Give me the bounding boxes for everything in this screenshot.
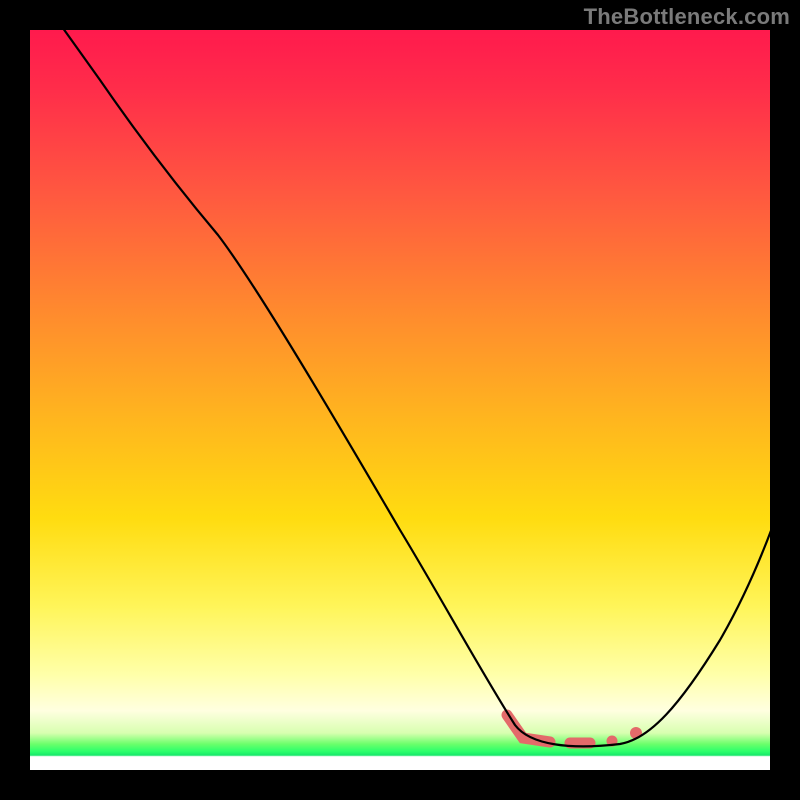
valley-highlight-stroke xyxy=(507,715,550,742)
bottleneck-curve-path xyxy=(60,24,772,746)
chart-svg xyxy=(30,30,770,770)
plot-area xyxy=(30,30,770,770)
chart-frame: TheBottleneck.com xyxy=(0,0,800,800)
watermark-text: TheBottleneck.com xyxy=(584,4,790,30)
valley-highlight-group xyxy=(507,715,642,747)
